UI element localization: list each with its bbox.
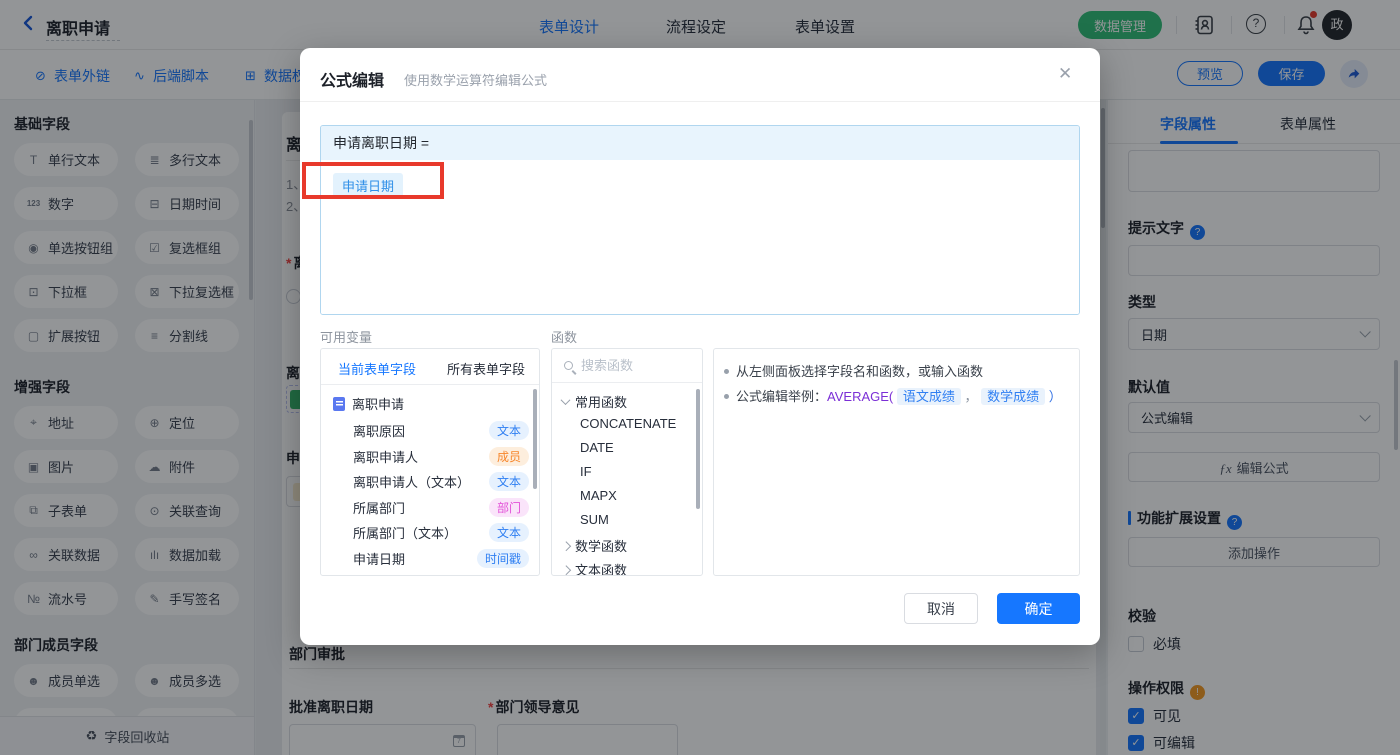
functions-label: 函数 [551,330,578,345]
var-name: 离职原因 [353,423,406,439]
chevron-right-icon [561,541,572,552]
chevron-right-icon [561,565,572,575]
group-label: 常用函数 [575,395,628,410]
func-group-common[interactable]: 常用函数 [560,392,628,411]
func-item[interactable]: CONCATENATE [580,416,676,431]
close-paren: ） [1048,389,1062,404]
panel-scrollbar[interactable] [533,389,537,489]
func-group-math[interactable]: 数学函数 [561,536,628,555]
var-row[interactable]: 所属部门 部门 [353,497,529,517]
variables-tabs: 当前表单字段 所有表单字段 [321,349,539,385]
hint-text: 公式编辑举例： [736,389,828,404]
example-field-tag: 数学成绩 [981,388,1046,405]
search-input[interactable] [581,358,681,373]
functions-panel: 常用函数 CONCATENATE DATE IF MAPX SUM 数学函数 文… [551,348,703,576]
var-row[interactable]: 申请日期 时间戳 [353,548,529,568]
form-name: 离职申请 [352,397,405,412]
type-badge: 文本 [488,420,529,440]
var-row[interactable]: 离职申请人 成员 [353,446,529,466]
hint-panel: 从左侧面板选择字段名和函数，或输入函数 公式编辑举例：AVERAGE( 语文成绩… [713,348,1080,576]
tab-all-form-fields[interactable]: 所有表单字段 [447,359,525,378]
example-function: AVERAGE( [827,389,894,404]
modal-header: 公式编辑 使用数学运算符编辑公式 ✕ [300,48,1100,102]
app-root: 离职申请 表单设计 流程设定 表单设置 数据管理 ? 政 ⊘ 表单外链 ∿ 后端… [0,0,1400,755]
confirm-button[interactable]: 确定 [997,593,1080,624]
group-label: 数学函数 [575,539,628,554]
func-item[interactable]: DATE [580,440,614,455]
bullet-dot [724,369,729,374]
var-row[interactable]: 离职原因 文本 [353,420,529,440]
modal-subtitle: 使用数学运算符编辑公式 [404,73,548,88]
type-badge: 成员 [488,446,529,466]
form-doc-icon [333,396,345,411]
variables-label: 可用变量 [320,330,373,345]
cancel-button[interactable]: 取消 [904,593,978,624]
func-item[interactable]: IF [580,464,592,479]
var-name: 离职申请人（文本） [353,474,471,490]
modal-title: 公式编辑 [320,73,385,90]
hint-line-2: 公式编辑举例：AVERAGE( 语文成绩 ， 数学成绩 ） [724,387,1065,406]
variables-panel: 当前表单字段 所有表单字段 离职申请 离职原因 文本 离职申请人 成员 离职申请人（… [320,348,540,576]
chevron-down-icon [560,395,571,406]
formula-lhs: 申请离职日期 = [321,126,1079,160]
annotation-highlight-box [302,162,444,199]
tab-current-form-fields[interactable]: 当前表单字段 [338,359,416,378]
hint-line-1: 从左侧面板选择字段名和函数，或输入函数 [724,362,1065,381]
example-field-tag: 语文成绩 [896,388,961,405]
formula-editor[interactable]: 申请离职日期 = 申请日期 [320,125,1080,315]
var-name: 所属部门（文本） [353,525,458,541]
var-row[interactable]: 所属部门（文本） 文本 [353,522,529,542]
var-name: 离职申请人 [353,449,419,465]
type-badge: 时间戳 [476,548,529,568]
function-search[interactable] [552,349,702,383]
func-group-text[interactable]: 文本函数 [561,560,628,576]
comma: ， [964,389,978,404]
group-label: 文本函数 [575,563,628,576]
search-icon [564,361,573,370]
formula-edit-modal: 公式编辑 使用数学运算符编辑公式 ✕ 申请离职日期 = 申请日期 可用变量 函数… [300,48,1100,645]
var-name: 申请日期 [353,551,406,567]
var-row[interactable]: 离职申请人（文本） 文本 [353,471,529,491]
func-item[interactable]: SUM [580,512,609,527]
var-name: 所属部门 [353,500,406,516]
func-item[interactable]: MAPX [580,488,617,503]
type-badge: 文本 [488,522,529,542]
type-badge: 文本 [488,471,529,491]
form-tree-root[interactable]: 离职申请 [333,394,404,413]
bullet-dot [724,394,729,399]
close-icon[interactable]: ✕ [1058,64,1072,84]
panel-scrollbar[interactable] [696,389,700,509]
hint-text: 从左侧面板选择字段名和函数，或输入函数 [736,364,984,379]
type-badge: 部门 [488,497,529,517]
